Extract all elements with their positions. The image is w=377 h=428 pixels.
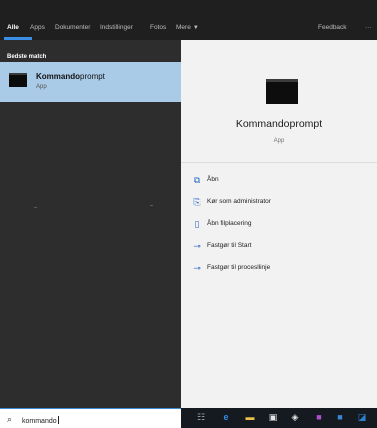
divider — [181, 162, 377, 163]
result-name-match: Kommando — [36, 72, 80, 81]
result-name: Kommandoprompt — [36, 72, 105, 81]
results-panel: Bedste match Kommandoprompt App — [0, 40, 181, 408]
tab-documents[interactable]: Dokumenter — [55, 0, 90, 40]
pin-icon: ⊸ — [193, 263, 201, 273]
file-explorer-icon[interactable]: ▬ — [245, 412, 255, 423]
run-as-admin-icon: ⎘ — [193, 197, 201, 207]
open-icon: ⧉ — [193, 175, 201, 185]
app-icon[interactable]: ◈ — [290, 412, 300, 423]
detail-panel: Kommandoprompt App ⧉ Åbn ⎘ Kør som admin… — [181, 40, 377, 408]
background-artifact — [34, 207, 37, 208]
caret-down-icon: ▼ — [192, 25, 199, 31]
task-view-icon[interactable]: ☷ — [196, 412, 206, 423]
detail-title: Kommandoprompt — [235, 118, 323, 130]
detail-type: App — [273, 138, 285, 144]
action-open-file-location[interactable]: ▯ Åbn filplacering — [191, 213, 271, 235]
tab-settings[interactable]: Indstillinger — [100, 0, 133, 40]
search-query-text: kommando — [22, 418, 57, 425]
store-icon[interactable]: ▣ — [268, 412, 278, 423]
app-icon[interactable]: ■ — [314, 412, 324, 423]
tab-all[interactable]: Alle — [7, 0, 19, 40]
action-label: Fastgør til procesllinje — [207, 264, 271, 271]
command-prompt-icon — [9, 73, 27, 87]
tab-more[interactable]: Mere ▼ — [176, 0, 199, 40]
search-filter-bar: Alle Apps Dokumenter Indstillinger Fotos… — [0, 0, 377, 40]
app-icon[interactable]: ◪ — [357, 412, 367, 423]
tab-photos[interactable]: Fotos — [150, 0, 166, 40]
text-cursor — [57, 416, 59, 424]
search-input[interactable]: ⌕ kommando — [0, 408, 181, 428]
action-list: ⧉ Åbn ⎘ Kør som administrator ▯ Åbn filp… — [191, 169, 271, 279]
pin-icon: ⊸ — [193, 241, 201, 251]
feedback-link[interactable]: Feedback — [318, 0, 347, 40]
result-type: App — [36, 84, 47, 90]
app-icon[interactable]: ■ — [335, 412, 345, 423]
command-prompt-icon — [266, 79, 298, 104]
action-pin-to-taskbar[interactable]: ⊸ Fastgør til procesllinje — [191, 257, 271, 279]
action-open[interactable]: ⧉ Åbn — [191, 169, 271, 191]
action-label: Kør som administrator — [207, 198, 271, 205]
tab-apps[interactable]: Apps — [30, 0, 45, 40]
file-location-icon: ▯ — [194, 219, 200, 229]
background-artifact — [150, 205, 153, 206]
best-match-result[interactable]: Kommandoprompt App — [0, 62, 181, 102]
more-options-button[interactable]: ··· — [365, 0, 372, 40]
edge-icon[interactable]: e — [221, 412, 231, 423]
tab-more-label: Mere — [176, 24, 191, 31]
action-label: Åbn — [207, 176, 219, 183]
section-title-best-match: Bedste match — [7, 54, 47, 60]
search-query: kommando — [22, 416, 59, 425]
search-icon: ⌕ — [7, 414, 13, 424]
result-name-rest: prompt — [80, 72, 105, 81]
action-run-as-admin[interactable]: ⎘ Kør som administrator — [191, 191, 271, 213]
action-pin-to-start[interactable]: ⊸ Fastgør til Start — [191, 235, 271, 257]
action-label: Fastgør til Start — [207, 242, 252, 249]
action-label: Åbn filplacering — [207, 220, 252, 227]
